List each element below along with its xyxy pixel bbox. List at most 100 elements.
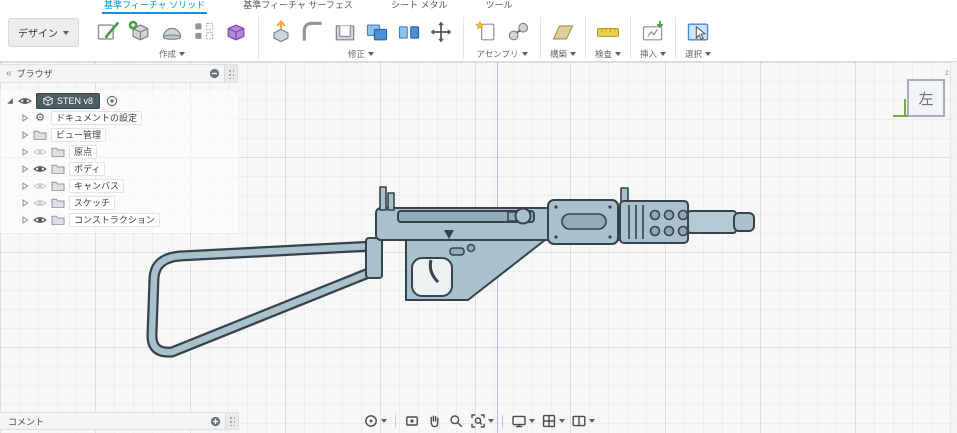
visibility-eye-icon[interactable] [18, 96, 32, 106]
look-at-icon [405, 416, 418, 426]
model-barrel[interactable] [687, 210, 755, 234]
visibility-eye-icon[interactable] [33, 215, 47, 225]
tab-surface[interactable]: 基準フィーチャ サーフェス [241, 0, 355, 14]
inspect-dropdown[interactable]: 検査 [595, 48, 621, 60]
tab-solid[interactable]: 基準フィーチャ ソリッド [102, 0, 208, 14]
orbit-button[interactable] [361, 412, 389, 430]
visibility-eye-icon[interactable] [33, 164, 47, 174]
primitive-box-icon[interactable] [125, 17, 155, 47]
viewcube-green-axis-horizontal [893, 115, 908, 117]
pan-button[interactable] [424, 412, 444, 430]
tree-collapsed-icon[interactable] [21, 113, 29, 122]
modify-icons [266, 15, 456, 48]
browser-item-origin[interactable]: 原点 [0, 143, 238, 160]
tree-collapsed-icon[interactable] [21, 215, 29, 224]
create-icons [93, 15, 251, 48]
folder-icon [33, 130, 47, 140]
tree-collapsed-icon[interactable] [21, 147, 29, 156]
chevron-down-icon [179, 52, 185, 56]
new-component-icon[interactable] [471, 17, 501, 47]
chevron-down-icon [487, 419, 494, 423]
browser-item-canvases[interactable]: キャンバス [0, 177, 238, 194]
insert-dropdown[interactable]: 挿入 [640, 48, 666, 60]
zoom-button[interactable] [446, 412, 466, 430]
browser-item-sketches[interactable]: スケッチ [0, 194, 238, 211]
create-form-icon[interactable] [221, 17, 251, 47]
joint-icon[interactable] [503, 17, 533, 47]
press-pull-icon[interactable] [266, 17, 296, 47]
browser-item-bodies[interactable]: ボディ [0, 160, 238, 177]
browser-item-document-settings[interactable]: ⚙ ドキュメントの設定 [0, 109, 238, 126]
tree-expanded-icon[interactable] [6, 97, 14, 105]
fusion-window: 基準フィーチャ ソリッド 基準フィーチャ サーフェス シート メタル ツール デ… [0, 0, 957, 433]
chevron-down-icon [558, 419, 565, 423]
modify-dropdown[interactable]: 修正 [348, 48, 374, 60]
browser-header[interactable]: « ブラウザ [0, 64, 238, 83]
primitive-cylinder-icon[interactable] [157, 17, 187, 47]
tab-sheet-metal[interactable]: シート メタル [389, 0, 450, 14]
model-trigger-group[interactable] [405, 239, 546, 301]
browser-tree: STEN v8 ⚙ ドキュメントの設定 ビュー管理 原点 ボディ キャンバス ス… [0, 90, 238, 233]
viewcube[interactable]: 左 [907, 79, 945, 117]
create-dropdown[interactable]: 作成 [159, 48, 185, 60]
gear-icon: ⚙ [35, 111, 45, 124]
tree-collapsed-icon[interactable] [21, 198, 29, 207]
model-barrel-shroud[interactable] [619, 187, 689, 244]
select-icon[interactable] [683, 17, 713, 47]
fillet-icon[interactable] [298, 17, 328, 47]
root-component-chip[interactable]: STEN v8 [36, 92, 101, 109]
toolbar-tab-bar: 基準フィーチャ ソリッド 基準フィーチャ サーフェス シート メタル ツール [0, 0, 957, 14]
grid-layout-button[interactable] [539, 412, 567, 430]
insert-icons [638, 15, 668, 48]
viewports-button[interactable] [569, 412, 597, 430]
tree-collapsed-icon[interactable] [21, 130, 29, 139]
zoom-icon [449, 415, 462, 428]
combine-icon[interactable] [362, 17, 392, 47]
construct-dropdown[interactable]: 構築 [550, 48, 576, 60]
pattern-icon[interactable] [189, 17, 219, 47]
navigation-toolbar [361, 412, 597, 430]
folder-icon [51, 198, 65, 208]
display-settings-button[interactable] [509, 412, 537, 430]
assemble-dropdown[interactable]: アセンブリ [476, 48, 528, 60]
activate-component-icon[interactable] [106, 95, 118, 107]
collapse-panel-icon[interactable]: « [6, 68, 12, 79]
create-sketch-icon[interactable] [93, 17, 123, 47]
offset-face-icon[interactable] [394, 17, 424, 47]
tree-collapsed-icon[interactable] [21, 181, 29, 190]
visibility-eye-icon[interactable] [33, 147, 47, 157]
create-group: 作成 [93, 15, 251, 60]
construct-icons [548, 15, 578, 48]
browser-item-construction[interactable]: コンストラクション [0, 211, 238, 228]
minimize-panel-icon[interactable] [209, 68, 220, 79]
move-icon[interactable] [426, 17, 456, 47]
select-group-label: 選択 [684, 49, 702, 59]
inspect-icons [593, 15, 623, 48]
assemble-group: アセンブリ [471, 15, 533, 60]
tab-tools[interactable]: ツール [483, 0, 514, 14]
select-dropdown[interactable]: 選択 [685, 48, 711, 60]
model-stock[interactable] [146, 237, 383, 358]
visibility-eye-icon[interactable] [33, 198, 47, 208]
canvas-scrollbar[interactable] [950, 62, 957, 433]
fit-button[interactable] [468, 412, 496, 430]
visibility-eye-icon[interactable] [33, 181, 47, 191]
measure-icon[interactable] [593, 17, 623, 47]
look-at-button[interactable] [402, 412, 422, 430]
model-magazine-housing[interactable] [547, 199, 619, 245]
insert-icon[interactable] [638, 17, 668, 47]
browser-item-view-management[interactable]: ビュー管理 [0, 126, 238, 143]
shell-icon[interactable] [330, 17, 360, 47]
chevron-down-icon [705, 52, 711, 56]
comments-panel[interactable]: コメント [0, 412, 239, 430]
tree-collapsed-icon[interactable] [21, 164, 29, 173]
panel-drag-handle[interactable] [224, 65, 237, 82]
browser-root-row[interactable]: STEN v8 [0, 92, 238, 109]
browser-item-label: キャンバス [69, 178, 125, 193]
expand-panel-icon[interactable] [210, 416, 221, 427]
viewport-canvas[interactable]: « ブラウザ STEN v8 ⚙ ドキュメントの設定 ビュー管理 原点 ボディ … [0, 62, 957, 433]
construction-plane-icon[interactable] [548, 17, 578, 47]
panel-drag-handle[interactable] [225, 413, 238, 429]
design-menu-button[interactable]: デザイン [8, 18, 79, 47]
chevron-down-icon [588, 419, 595, 423]
